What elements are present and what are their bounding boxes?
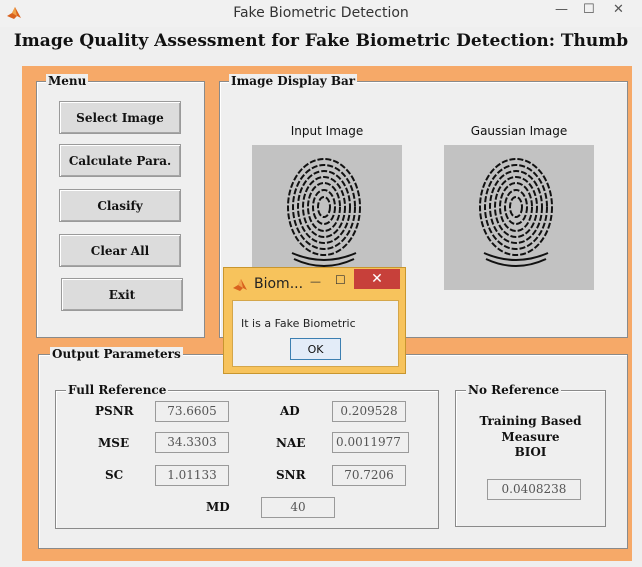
dialog-maximize-button[interactable]: ☐ — [335, 273, 346, 287]
dialog-message: It is a Fake Biometric — [241, 317, 356, 330]
dialog-body: It is a Fake Biometric OK — [232, 300, 399, 367]
bioi-value: 0.0408238 — [487, 479, 581, 500]
sc-label: SC — [105, 468, 124, 482]
window-titlebar: Fake Biometric Detection — ☐ ✕ — [0, 0, 642, 27]
matlab-icon — [233, 279, 247, 291]
menu-legend: Menu — [46, 74, 89, 88]
sc-value: 1.01133 — [155, 465, 229, 486]
ok-button[interactable]: OK — [290, 338, 341, 360]
input-image-title: Input Image — [290, 124, 364, 138]
nae-value: 0.0011977 — [332, 432, 409, 453]
nae-label: NAE — [276, 436, 306, 450]
mse-label: MSE — [98, 436, 130, 450]
measure-label: Measure — [501, 430, 560, 444]
psnr-value: 73.6605 — [155, 401, 229, 422]
md-value: 40 — [261, 497, 335, 518]
gaussian-image — [444, 145, 594, 290]
snr-value: 70.7206 — [332, 465, 406, 486]
ad-label: AD — [280, 404, 300, 418]
full-reference-legend: Full Reference — [66, 383, 169, 397]
maximize-button[interactable]: ☐ — [583, 2, 595, 17]
dialog-close-button[interactable]: ✕ — [354, 269, 400, 289]
md-label: MD — [206, 500, 230, 514]
no-reference-legend: No Reference — [466, 383, 562, 397]
image-display-legend: Image Display Bar — [229, 74, 358, 88]
close-button[interactable]: ✕ — [613, 2, 624, 17]
page-title: Image Quality Assessment for Fake Biomet… — [13, 31, 629, 51]
training-based-label: Training Based — [479, 414, 582, 428]
message-dialog: Biom... — ☐ ✕ It is a Fake Biometric OK — [223, 267, 406, 374]
output-parameters-legend: Output Parameters — [50, 347, 183, 361]
select-image-button[interactable]: Select Image — [59, 101, 181, 134]
clear-all-button[interactable]: Clear All — [59, 234, 181, 267]
snr-label: SNR — [276, 468, 306, 482]
classify-button[interactable]: Clasify — [59, 189, 181, 222]
window-title: Fake Biometric Detection — [233, 5, 409, 21]
ad-value: 0.209528 — [332, 401, 406, 422]
psnr-label: PSNR — [95, 404, 134, 418]
gaussian-fingerprint-image — [479, 158, 553, 267]
mse-value: 34.3303 — [155, 432, 229, 453]
minimize-button[interactable]: — — [555, 2, 568, 17]
dialog-title: Biom... — [254, 276, 304, 292]
gaussian-image-title: Gaussian Image — [470, 124, 568, 138]
dialog-minimize-button[interactable]: — — [310, 275, 321, 288]
calculate-parameters-button[interactable]: Calculate Para. — [59, 144, 181, 177]
bioi-label: BIOI — [514, 445, 547, 459]
exit-button[interactable]: Exit — [61, 278, 183, 311]
